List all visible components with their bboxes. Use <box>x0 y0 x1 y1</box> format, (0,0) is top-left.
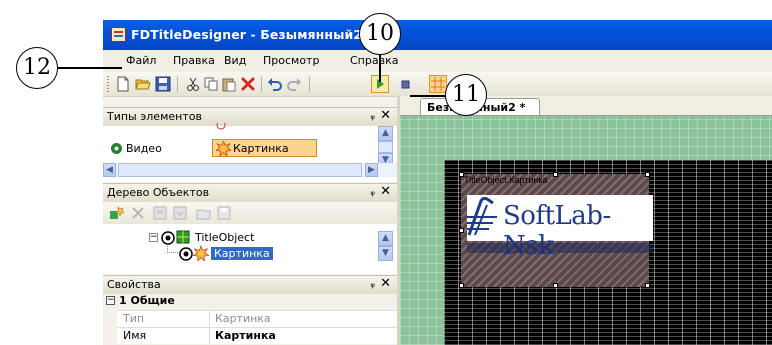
title-canvas[interactable]: TitleObject.Картинка SoftLab-Nsk <box>444 160 772 345</box>
callout-12: 12 <box>16 47 58 89</box>
video-item-icon <box>111 143 122 154</box>
scroll-down-arrow[interactable]: ▼ <box>378 246 393 261</box>
vertical-scrollbar-track[interactable] <box>378 141 393 153</box>
close-icon[interactable]: ✕ <box>380 276 391 291</box>
object-tree-panel: − TitleObject Картинка ▲ ▼ <box>103 202 397 274</box>
menu-preview[interactable]: Просмотр <box>263 54 319 67</box>
property-group-general[interactable]: 1 Общие <box>119 294 175 307</box>
menu-edit[interactable]: Правка <box>173 54 215 67</box>
callout-12-leader <box>58 67 122 69</box>
resize-handle[interactable] <box>459 172 464 177</box>
collapse-toggle[interactable]: − <box>149 233 158 242</box>
stage-background: TitleObject.Картинка SoftLab-Nsk <box>400 116 772 345</box>
logo-swoosh <box>467 243 653 253</box>
toolbar-grip[interactable] <box>107 76 109 92</box>
resize-handle[interactable] <box>553 283 558 288</box>
horizontal-scroll-thumb[interactable] <box>118 163 362 177</box>
add-object-icon[interactable] <box>109 205 125 221</box>
tree-node-titleobject[interactable]: TitleObject <box>195 231 254 244</box>
callout-10-leader <box>379 54 381 82</box>
open-folder-icon[interactable] <box>135 76 151 92</box>
element-item-picture-label: Картинка <box>233 142 289 155</box>
delete-object-icon[interactable] <box>130 205 146 221</box>
pin-icon[interactable]: ᵩ <box>370 109 375 122</box>
scroll-up-arrow[interactable]: ▲ <box>378 231 393 246</box>
grid-icon[interactable] <box>429 75 447 93</box>
property-name: Тип <box>123 312 145 325</box>
scroll-up-arrow[interactable]: ▲ <box>378 126 393 141</box>
redo-icon[interactable] <box>286 76 302 92</box>
copy-icon[interactable] <box>203 76 219 92</box>
menu-file[interactable]: Файл <box>126 54 156 67</box>
element-item-video[interactable]: Видео <box>126 142 162 155</box>
cut-icon[interactable] <box>185 76 201 92</box>
resize-handle[interactable] <box>459 228 464 233</box>
stop-icon[interactable] <box>397 76 413 92</box>
object-tree-toolbar <box>103 202 397 224</box>
toolbar-separator <box>261 76 262 92</box>
callout-10: 10 <box>359 13 401 55</box>
pin-icon[interactable]: ᵩ <box>370 277 375 290</box>
element-types-panel-header: Типы элементов ᵩ ✕ <box>103 107 397 127</box>
toolbar-separator <box>177 76 178 92</box>
scroll-right-arrow[interactable]: ▶ <box>365 163 378 177</box>
element-types-title: Типы элементов <box>107 110 202 123</box>
picture-object[interactable]: TitleObject.Картинка SoftLab-Nsk <box>459 172 653 288</box>
group-collapse-toggle[interactable]: − <box>106 296 115 305</box>
resize-handle[interactable] <box>553 172 558 177</box>
callout-11: 11 <box>445 74 487 116</box>
object-tree-panel-header: Дерево Объектов ᵩ ✕ <box>103 183 397 203</box>
properties-title: Свойства <box>107 278 161 291</box>
close-icon[interactable]: ✕ <box>380 184 391 199</box>
undo-icon[interactable] <box>267 76 283 92</box>
save-object-icon[interactable] <box>216 205 232 221</box>
titleobject-node-icon <box>161 230 190 245</box>
save-icon[interactable] <box>155 76 171 92</box>
app-window: FDTitleDesigner - Безымянный2 Файл Правк… <box>103 20 772 345</box>
pin-icon[interactable]: ᵩ <box>370 185 375 198</box>
title-bar[interactable]: FDTitleDesigner - Безымянный2 <box>103 20 772 50</box>
resize-handle[interactable] <box>645 172 650 177</box>
menu-bar: Файл Правка Вид Просмотр Справка <box>103 50 772 72</box>
menu-view[interactable]: Вид <box>224 54 246 67</box>
horizontal-scrollbar: ◀ ▶ <box>103 163 397 177</box>
properties-panel: − 1 Общие Тип Картинка Имя Картинка <box>103 294 397 345</box>
picture-node-icon <box>179 245 210 261</box>
softlab-logo-image: SoftLab-Nsk <box>467 195 653 261</box>
toolbar <box>103 72 772 97</box>
menu-help[interactable]: Справка <box>350 54 398 67</box>
close-icon[interactable]: ✕ <box>380 108 391 123</box>
paste-icon[interactable] <box>221 76 237 92</box>
window-title: FDTitleDesigner - Безымянный2 <box>131 27 363 42</box>
property-row[interactable]: Имя Картинка <box>117 327 397 344</box>
property-value: Картинка <box>215 329 276 342</box>
resize-handle[interactable] <box>459 283 464 288</box>
callout-11-leader <box>410 95 446 97</box>
move-down-icon[interactable] <box>172 205 188 221</box>
object-caption: TitleObject.Картинка <box>464 175 548 185</box>
delete-icon[interactable] <box>240 76 256 92</box>
element-item-picture[interactable]: Картинка <box>212 139 317 157</box>
resize-handle[interactable] <box>645 283 650 288</box>
property-name: Имя <box>123 329 147 342</box>
property-row[interactable]: Тип Картинка <box>117 310 397 327</box>
properties-panel-header: Свойства ᵩ ✕ <box>103 275 397 295</box>
move-up-icon[interactable] <box>152 205 168 221</box>
property-value: Картинка <box>215 312 271 325</box>
scroll-left-arrow[interactable]: ◀ <box>103 163 116 177</box>
app-icon <box>111 27 126 42</box>
load-object-icon[interactable] <box>196 205 212 221</box>
design-area: Безымянный2 * TitleObject.Картинка SoftL… <box>400 96 772 345</box>
tree-node-picture[interactable]: Картинка <box>211 247 273 260</box>
partial-item-icon <box>216 123 226 130</box>
element-types-panel: Видео Картинка ▲ ▼ ◀ ▶ <box>103 123 397 182</box>
picture-burst-icon <box>216 141 231 156</box>
object-tree-title: Дерево Объектов <box>107 186 210 199</box>
toolbar-separator <box>309 76 310 92</box>
new-file-icon[interactable] <box>115 76 131 92</box>
